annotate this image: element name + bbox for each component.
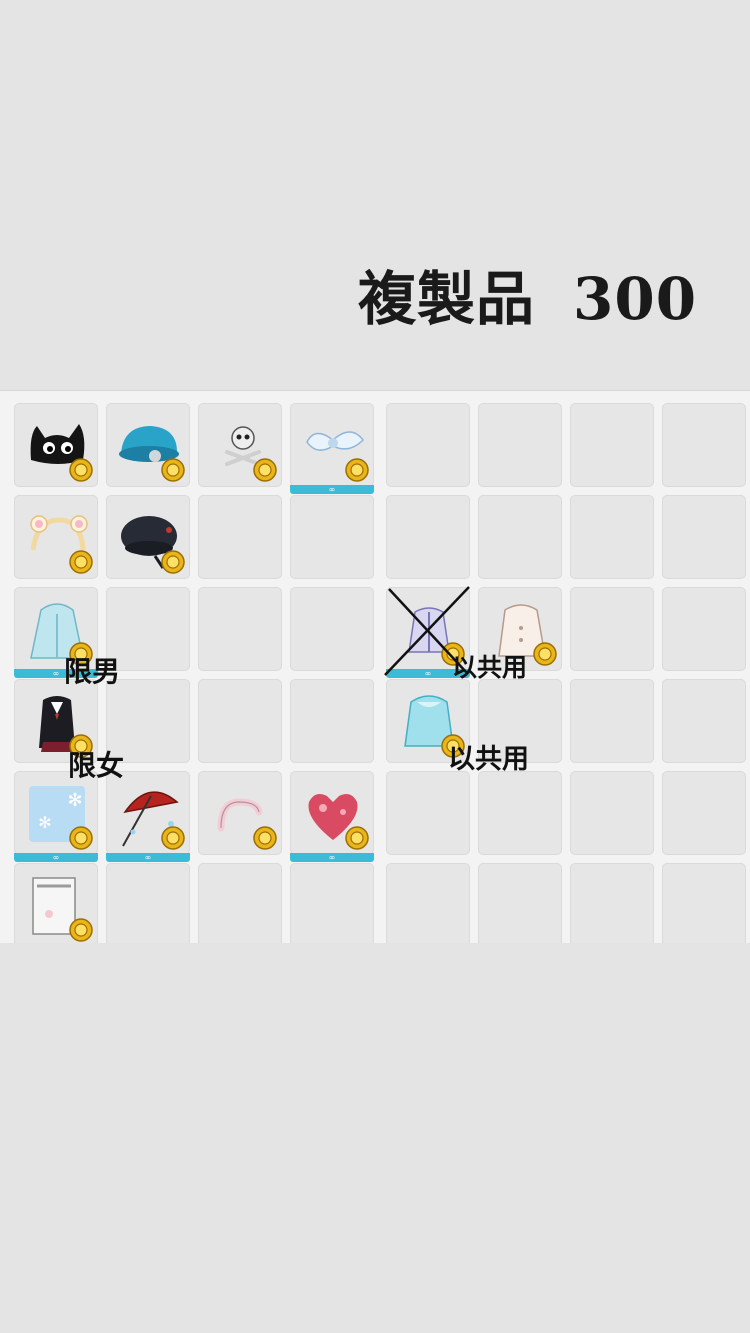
note-male-only: 限男 — [64, 655, 121, 688]
page-title: 複製品 300 — [358, 252, 697, 336]
inventory-slot-empty[interactable] — [662, 495, 746, 579]
inventory-slot-empty[interactable] — [662, 771, 746, 855]
inventory-slot-empty[interactable] — [198, 495, 282, 579]
note-female-only: 限女 — [68, 749, 125, 782]
inventory-slot-empty[interactable] — [198, 587, 282, 671]
inventory-slot[interactable]: ∞ — [290, 403, 374, 494]
inventory-slot-empty[interactable] — [198, 679, 282, 763]
page-title-count: 300 — [573, 265, 698, 333]
inventory-slot-empty[interactable] — [570, 679, 654, 763]
svg-text:✻: ✻ — [38, 813, 51, 832]
inventory-slot[interactable] — [14, 863, 98, 943]
inventory-slot-empty[interactable] — [662, 679, 746, 763]
inventory-slot[interactable] — [14, 495, 98, 579]
coin-icon — [253, 458, 277, 482]
inventory-slot-empty[interactable] — [570, 587, 654, 671]
inventory-slot-empty[interactable] — [662, 587, 746, 671]
inventory-slot-empty[interactable] — [662, 403, 746, 487]
inventory-slot-empty[interactable] — [478, 403, 562, 487]
permanent-indicator: ∞ — [14, 853, 98, 862]
coin-icon — [161, 826, 185, 850]
inventory-slot-empty[interactable] — [198, 863, 282, 943]
inventory-slot-empty[interactable] — [106, 863, 190, 943]
inventory-slot-empty[interactable] — [662, 863, 746, 943]
inventory-slot-empty[interactable] — [290, 587, 374, 671]
cross-out-mark — [384, 586, 470, 676]
inventory-slot-empty[interactable] — [570, 495, 654, 579]
coin-icon — [161, 458, 185, 482]
coin-icon — [161, 550, 185, 574]
inventory-slot[interactable] — [198, 771, 282, 855]
inventory-slot[interactable] — [106, 403, 190, 487]
permanent-indicator: ∞ — [290, 485, 374, 494]
inventory-slot-empty[interactable] — [478, 771, 562, 855]
inventory-slot[interactable]: ∞ — [290, 771, 374, 862]
inventory-slot-empty[interactable] — [386, 771, 470, 855]
inventory-slot-empty[interactable] — [478, 863, 562, 943]
inventory-slot-empty[interactable] — [570, 863, 654, 943]
permanent-indicator: ∞ — [290, 853, 374, 862]
inventory-slot-empty[interactable] — [386, 403, 470, 487]
inventory-slot-empty[interactable] — [570, 771, 654, 855]
note-shared-2: 以共用 — [448, 744, 529, 775]
coin-icon — [533, 642, 557, 666]
inventory-slot[interactable] — [198, 403, 282, 487]
coin-icon — [69, 458, 93, 482]
page-title-label: 複製品 — [358, 265, 536, 333]
inventory-slot-empty[interactable] — [570, 403, 654, 487]
inventory-slot-empty[interactable] — [478, 495, 562, 579]
coin-icon — [345, 458, 369, 482]
coin-icon — [345, 826, 369, 850]
coin-icon — [69, 826, 93, 850]
svg-text:✻: ✻ — [67, 790, 82, 811]
coin-icon — [69, 918, 93, 942]
coin-icon — [69, 550, 93, 574]
inventory-slot[interactable] — [106, 495, 190, 579]
inventory-slot-empty[interactable] — [290, 863, 374, 943]
permanent-indicator: ∞ — [106, 853, 190, 862]
inventory-slot[interactable] — [14, 403, 98, 487]
inventory-slot-empty[interactable] — [290, 679, 374, 763]
inventory-slot-empty[interactable] — [386, 863, 470, 943]
inventory-slot-empty[interactable] — [386, 495, 470, 579]
inventory-slot-empty[interactable] — [290, 495, 374, 579]
coin-icon — [253, 826, 277, 850]
